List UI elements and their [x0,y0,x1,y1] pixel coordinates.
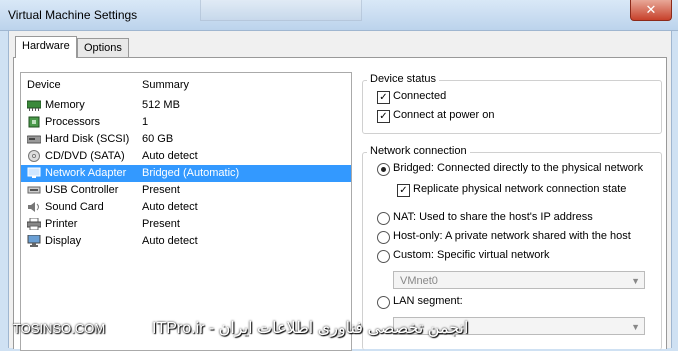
settings-window: Hardware Options Device Summary Memory 5… [8,30,672,351]
host-only-label: Host-only: A private network shared with… [393,230,631,242]
device-row-memory[interactable]: Memory 512 MB [21,97,351,114]
lan-segment-radio[interactable] [377,296,390,309]
chevron-down-icon: ▼ [631,322,640,332]
host-only-radio[interactable] [377,231,390,244]
chevron-down-icon: ▼ [631,276,640,286]
tab-hardware[interactable]: Hardware [15,36,77,58]
replicate-checkbox[interactable]: ✓ [397,184,410,197]
device-name: Hard Disk (SCSI) [45,133,130,145]
device-summary: Present [142,184,180,196]
device-name: Sound Card [45,201,104,213]
watermark-tosinso: TOSINSO.COM [13,321,106,336]
device-summary: Auto detect [142,150,198,162]
device-name: Processors [45,116,101,128]
background-window-tab [200,0,362,21]
connect-at-power-on-label: Connect at power on [393,109,495,121]
column-header-summary[interactable]: Summary [142,79,189,91]
custom-label: Custom: Specific virtual network [393,249,550,261]
nat-label: NAT: Used to share the host's IP address [393,211,593,223]
device-row-usb-controller[interactable]: USB Controller Present [21,182,351,199]
device-summary: Auto detect [142,235,198,247]
custom-radio[interactable] [377,250,390,263]
bridged-radio[interactable] [377,163,390,176]
window-title: Virtual Machine Settings [8,8,138,22]
device-summary: Bridged (Automatic) [142,167,240,179]
device-name: Printer [45,218,78,230]
memory-icon [27,100,41,111]
device-row-network-adapter[interactable]: Network Adapter Bridged (Automatic) [21,165,351,182]
column-header-device[interactable]: Device [27,79,61,91]
hardware-panel: Device Summary Memory 512 MB Processors … [13,57,667,351]
sound-card-icon [28,202,39,212]
list-header: Device Summary [21,73,351,95]
nat-radio[interactable] [377,212,390,225]
device-name: USB Controller [45,184,119,196]
device-status-group: Device status ✓ Connected ✓ Connect at p… [362,73,662,134]
device-list: Device Summary Memory 512 MB Processors … [20,72,352,351]
device-row-printer[interactable]: Printer Present [21,216,351,233]
device-row-hard-disk[interactable]: Hard Disk (SCSI) 60 GB [21,131,351,148]
printer-icon [27,218,41,230]
device-name: Network Adapter [45,167,127,179]
connected-label: Connected [393,90,447,102]
network-adapter-icon [27,167,41,178]
processor-icon [28,116,40,128]
close-button[interactable]: ✕ [630,0,672,21]
connected-checkbox[interactable]: ✓ [377,91,390,104]
device-row-sound-card[interactable]: Sound Card Auto detect [21,199,351,216]
device-row-display[interactable]: Display Auto detect [21,233,351,250]
hard-disk-icon [27,135,41,144]
title-bar: Virtual Machine Settings ✕ [0,0,678,31]
device-status-title: Device status [367,73,440,85]
device-name: Display [45,235,82,247]
device-row-processors[interactable]: Processors 1 [21,114,351,131]
device-name: CD/DVD (SATA) [45,150,125,162]
bridged-label: Bridged: Connected directly to the physi… [393,162,644,174]
device-summary: 512 MB [142,99,180,111]
device-summary: Present [142,218,180,230]
lan-segment-label: LAN segment: [393,295,463,307]
display-icon [27,235,41,247]
device-name: Memory [45,99,85,111]
network-connection-title: Network connection [367,145,470,157]
connect-at-power-on-checkbox[interactable]: ✓ [377,110,390,123]
vmnet-select[interactable]: VMnet0 ▼ [393,271,645,289]
cd-dvd-icon [28,150,40,162]
vmnet-select-value: VMnet0 [400,275,438,287]
replicate-label: Replicate physical network connection st… [413,183,627,195]
device-row-cd-dvd[interactable]: CD/DVD (SATA) Auto detect [21,148,351,165]
device-summary: Auto detect [142,201,198,213]
device-summary: 60 GB [142,133,174,145]
usb-icon [27,186,41,194]
device-summary: 1 [142,116,149,128]
tab-options[interactable]: Options [77,38,129,57]
watermark-itpro: انجمن تخصصی فناوری اطلاعات ایران - ITPro… [152,320,469,337]
